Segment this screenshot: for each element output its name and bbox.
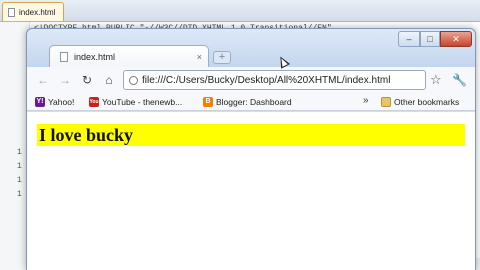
page-viewport: I love bucky: [27, 112, 475, 270]
editor-tab-label: index.html: [19, 7, 56, 17]
line-number: 1: [17, 162, 22, 171]
editor-tab-index-html[interactable]: index.html: [2, 2, 64, 21]
address-bar[interactable]: file:///C:/Users/Bucky/Desktop/All%20XHT…: [123, 70, 426, 90]
bookmarks-overflow-chevron-icon[interactable]: »: [363, 95, 369, 106]
home-icon[interactable]: ⌂: [101, 72, 117, 88]
page-icon: [60, 51, 68, 62]
wrench-menu-icon[interactable]: 🔧: [452, 72, 467, 88]
reload-icon[interactable]: ↻: [79, 72, 95, 88]
bookmark-label: Yahoo!: [48, 97, 75, 107]
other-bookmarks-folder[interactable]: Other bookmarks: [381, 95, 459, 109]
page-info-icon[interactable]: [129, 75, 138, 85]
yahoo-icon: Y!: [35, 97, 45, 107]
close-tab-icon[interactable]: ×: [197, 52, 202, 62]
document-icon: [8, 7, 15, 17]
forward-arrow-icon[interactable]: →: [57, 72, 73, 88]
browser-window: index.html × + – □ ✕ ← → ↻ ⌂ file:///C:/…: [26, 28, 476, 270]
other-bookmarks-label: Other bookmarks: [394, 97, 460, 107]
editor-tab-bar: index.html: [0, 0, 480, 22]
browser-tab-index-html[interactable]: index.html ×: [49, 45, 209, 67]
page-heading: I love bucky: [37, 124, 465, 146]
bookmarks-bar: Y! Yahoo! You YouTube - thenewb... B Blo…: [27, 93, 475, 111]
line-number: 1: [17, 190, 22, 199]
close-window-button[interactable]: ✕: [440, 31, 472, 47]
browser-toolbar: ← → ↻ ⌂ file:///C:/Users/Bucky/Desktop/A…: [27, 67, 475, 93]
back-arrow-icon[interactable]: ←: [35, 72, 51, 88]
folder-icon: [381, 97, 391, 107]
line-number: 1: [17, 176, 22, 185]
maximize-button[interactable]: □: [420, 31, 440, 47]
bookmark-yahoo[interactable]: Y! Yahoo!: [35, 95, 74, 109]
new-tab-button[interactable]: +: [213, 51, 231, 64]
youtube-icon: You: [89, 97, 99, 107]
bookmark-blogger[interactable]: B Blogger: Dashboard: [203, 95, 292, 109]
browser-tab-title: index.html: [74, 51, 116, 62]
bookmark-youtube[interactable]: You YouTube - thenewb...: [89, 95, 182, 109]
bookmark-label: Blogger: Dashboard: [216, 97, 292, 107]
line-number: 1: [17, 148, 22, 157]
browser-titlebar[interactable]: index.html × + – □ ✕: [27, 29, 475, 67]
bookmark-star-icon[interactable]: ☆: [430, 72, 442, 88]
blogger-icon: B: [203, 97, 213, 107]
minimize-button[interactable]: –: [398, 31, 420, 47]
url-text: file:///C:/Users/Bucky/Desktop/All%20XHT…: [142, 74, 391, 86]
bookmark-label: YouTube - thenewb...: [102, 97, 183, 107]
